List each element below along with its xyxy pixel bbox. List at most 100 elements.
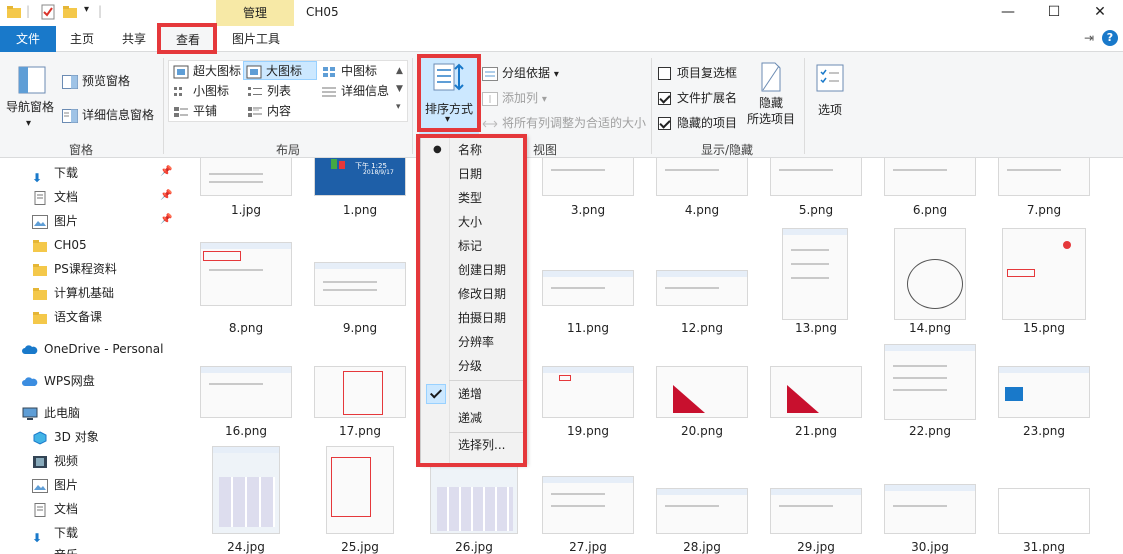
pin-icon[interactable]: 📌 — [160, 166, 172, 177]
hide-selected-button[interactable]: 隐藏 所选项目 — [744, 62, 798, 127]
file-name[interactable]: 26.jpg — [424, 540, 524, 554]
file-thumbnail[interactable] — [894, 228, 966, 320]
file-thumbnail[interactable] — [998, 488, 1090, 534]
file-extensions-checkbox[interactable] — [658, 92, 671, 105]
item-checkboxes-checkbox[interactable] — [658, 67, 671, 80]
file-thumbnail[interactable] — [998, 158, 1090, 196]
file-name[interactable]: 22.png — [880, 424, 980, 438]
file-thumbnail[interactable] — [770, 158, 862, 196]
details-pane-button[interactable]: 详细信息窗格 — [62, 106, 154, 123]
layout-tiles[interactable]: 平铺 — [171, 102, 217, 121]
file-name[interactable]: 11.png — [538, 321, 638, 335]
layout-content[interactable]: 内容 — [245, 102, 291, 121]
nav-item-downloads-pc[interactable]: ⬇ 下载 — [32, 522, 78, 545]
file-thumbnail[interactable] — [998, 366, 1090, 418]
tab-share[interactable]: 共享 — [110, 26, 158, 52]
file-name[interactable]: 23.png — [994, 424, 1094, 438]
file-thumbnail[interactable] — [542, 158, 634, 196]
file-name[interactable]: 1.jpg — [196, 203, 296, 217]
tab-picture-tools[interactable]: 图片工具 — [218, 26, 294, 52]
file-thumbnail[interactable] — [770, 488, 862, 534]
help-icon[interactable]: ? — [1102, 30, 1118, 46]
layout-large-icons[interactable]: 大图标 — [243, 61, 317, 80]
nav-item-pictures[interactable]: 图片 — [32, 210, 78, 232]
navigation-pane-icon[interactable] — [18, 66, 46, 94]
file-thumbnail[interactable] — [1002, 228, 1086, 320]
file-thumbnail[interactable] — [212, 446, 280, 534]
options-button[interactable]: 选项 — [808, 64, 852, 118]
nav-item-music[interactable]: ♪ 音乐 — [32, 544, 78, 554]
tab-home[interactable]: 主页 — [58, 26, 106, 52]
nav-item-3d-objects[interactable]: 3D 对象 — [32, 426, 99, 448]
preview-pane-button[interactable]: 预览窗格 — [62, 72, 130, 89]
file-name[interactable]: 1.png — [310, 203, 410, 217]
file-name[interactable]: 31.png — [994, 540, 1094, 554]
file-thumbnail[interactable] — [200, 242, 292, 306]
file-thumbnail[interactable] — [656, 158, 748, 196]
maximize-button[interactable]: ☐ — [1031, 0, 1077, 26]
file-thumbnail[interactable] — [770, 366, 862, 418]
file-thumbnail[interactable] — [200, 366, 292, 418]
navigation-pane-button[interactable]: 导航窗格 ▾ — [6, 98, 54, 129]
nav-item-videos[interactable]: 视频 — [32, 450, 78, 472]
file-name[interactable]: 27.jpg — [538, 540, 638, 554]
file-name[interactable]: 20.png — [652, 424, 752, 438]
nav-item-downloads[interactable]: ⬇ 下载 — [32, 162, 78, 185]
file-name[interactable]: 21.png — [766, 424, 866, 438]
gallery-scroll-icon[interactable]: ▲ ▼ ▾ — [396, 62, 403, 116]
file-name[interactable]: 4.png — [652, 203, 752, 217]
file-name[interactable]: 7.png — [994, 203, 1094, 217]
file-name[interactable]: 19.png — [538, 424, 638, 438]
nav-item-documents-pc[interactable]: 文档 — [32, 498, 78, 520]
file-thumbnail[interactable]: 下午 1:25 2018/9/17 — [314, 158, 406, 196]
hidden-items-toggle[interactable]: 隐藏的项目 — [658, 114, 737, 131]
file-thumbnail[interactable] — [542, 366, 634, 418]
layout-small-icons[interactable]: 小图标 — [171, 82, 229, 101]
add-column-button[interactable]: 添加列 ▾ — [482, 89, 547, 106]
file-extensions-toggle[interactable]: 文件扩展名 — [658, 89, 737, 106]
file-name[interactable]: 17.png — [310, 424, 410, 438]
file-name[interactable]: 6.png — [880, 203, 980, 217]
file-thumbnail[interactable] — [430, 466, 518, 534]
layout-medium-icons[interactable]: 中图标 — [319, 62, 377, 81]
minimize-button[interactable]: — — [985, 0, 1031, 26]
file-name[interactable]: 12.png — [652, 321, 752, 335]
file-name[interactable]: 24.jpg — [196, 540, 296, 554]
tab-file[interactable]: 文件 — [0, 26, 56, 52]
nav-item-ch05[interactable]: CH05 — [32, 234, 87, 256]
nav-item-pictures-pc[interactable]: 图片 — [32, 474, 78, 496]
close-button[interactable]: ✕ — [1077, 0, 1123, 26]
file-name[interactable]: 13.png — [766, 321, 866, 335]
file-thumbnail[interactable] — [884, 158, 976, 196]
nav-item-documents[interactable]: 文档 — [32, 186, 78, 208]
file-name[interactable]: 15.png — [994, 321, 1094, 335]
hidden-items-checkbox[interactable] — [658, 117, 671, 130]
nav-item-onedrive[interactable]: OneDrive - Personal — [22, 338, 163, 360]
group-by-button[interactable]: 分组依据 ▾ — [482, 64, 559, 81]
item-checkboxes-toggle[interactable]: 项目复选框 — [658, 64, 737, 81]
layout-list[interactable]: 列表 — [245, 82, 291, 101]
new-folder-icon[interactable] — [62, 4, 78, 20]
pin-icon[interactable]: 📌 — [160, 190, 172, 201]
file-thumbnail[interactable] — [656, 366, 748, 418]
nav-item-computer-basics[interactable]: 计算机基础 — [32, 282, 114, 304]
file-thumbnail[interactable] — [200, 158, 292, 196]
file-thumbnail[interactable] — [884, 344, 976, 420]
file-name[interactable]: 30.jpg — [880, 540, 980, 554]
nav-item-ps-course[interactable]: PS课程资料 — [32, 258, 117, 280]
pin-ribbon-icon[interactable]: ⇥ — [1084, 31, 1094, 45]
file-thumbnail[interactable] — [884, 484, 976, 534]
file-name[interactable]: 14.png — [880, 321, 980, 335]
manage-context-tab[interactable]: 管理 — [216, 0, 294, 26]
file-thumbnail[interactable] — [326, 446, 394, 534]
file-thumbnail[interactable] — [542, 270, 634, 306]
file-thumbnail[interactable] — [782, 228, 848, 320]
file-thumbnail[interactable] — [314, 262, 406, 306]
file-name[interactable]: 28.jpg — [652, 540, 752, 554]
file-name[interactable]: 25.jpg — [310, 540, 410, 554]
size-columns-button[interactable]: 将所有列调整为合适的大小 — [482, 114, 646, 131]
file-name[interactable]: 29.jpg — [766, 540, 866, 554]
file-name[interactable]: 9.png — [310, 321, 410, 335]
layout-details[interactable]: 详细信息 — [319, 82, 389, 101]
properties-icon[interactable] — [40, 4, 56, 20]
